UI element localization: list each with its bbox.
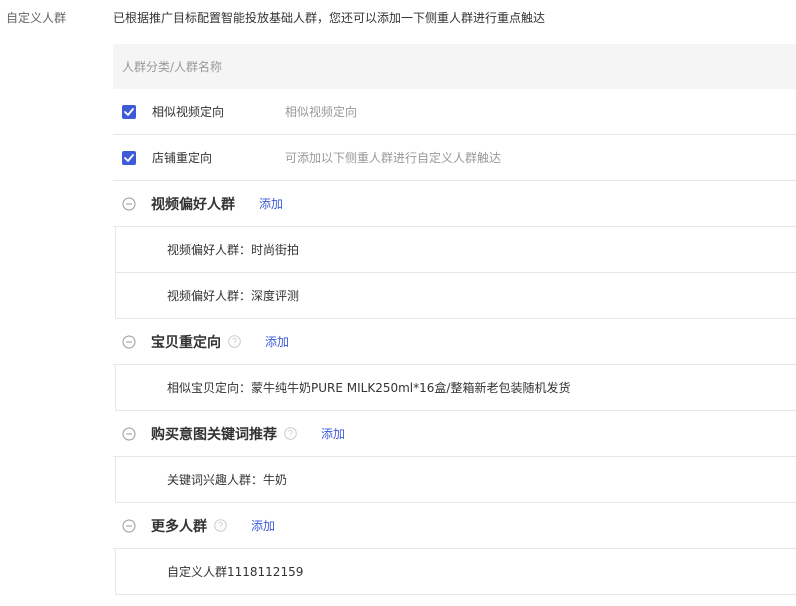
svg-text:?: ? [288,429,293,439]
checked-row[interactable]: 店铺重定向 可添加以下侧重人群进行自定义人群触达 [113,135,796,181]
svg-text:?: ? [218,521,223,531]
checked-row[interactable]: 相似视频定向 相似视频定向 [113,89,796,135]
question-circle-icon[interactable]: ? [228,335,241,348]
group-item: 自定义人群1118112159 [115,549,796,595]
checked-row-label: 店铺重定向 [152,151,213,165]
group-item: 相似宝贝定向：蒙牛纯牛奶PURE MILK250ml*16盒/整箱新老包装随机发… [115,365,796,411]
minus-circle-icon[interactable] [122,335,136,349]
checked-row-label: 相似视频定向 [152,105,225,119]
svg-text:?: ? [232,337,237,347]
checkbox-checked-icon[interactable] [122,104,136,119]
add-link[interactable]: 添加 [259,195,283,212]
group-item: 视频偏好人群：深度评测 [115,273,796,319]
add-link[interactable]: 添加 [251,517,275,534]
group-title: 购买意图关键词推荐 [151,426,277,443]
group-title: 更多人群 [151,518,207,535]
group-header-item-retargeting: 宝贝重定向 ? 添加 [113,319,796,365]
search-row [113,44,796,89]
add-link[interactable]: 添加 [265,333,289,350]
add-link[interactable]: 添加 [321,425,345,442]
group-header-purchase-intent-keywords: 购买意图关键词推荐 ? 添加 [113,411,796,457]
checked-row-description: 相似视频定向 [285,105,358,119]
group-header-more-audiences: 更多人群 ? 添加 [113,503,796,549]
group-item: 视频偏好人群：时尚街拍 [115,227,796,273]
group-title: 视频偏好人群 [151,196,235,213]
minus-circle-icon[interactable] [122,197,136,211]
question-circle-icon[interactable]: ? [284,427,297,440]
group-header-video-preference: 视频偏好人群 添加 [113,181,796,227]
minus-circle-icon[interactable] [122,519,136,533]
minus-circle-icon[interactable] [122,427,136,441]
checked-row-description: 可添加以下侧重人群进行自定义人群触达 [285,151,502,165]
checkbox-checked-icon[interactable] [122,150,136,165]
intro-text: 已根据推广目标配置智能投放基础人群，您还可以添加一下侧重人群进行重点触达 [113,11,546,25]
audience-panel: 相似视频定向 相似视频定向 店铺重定向 可添加以下侧重人群进行自定义人群触达 视… [113,44,796,595]
field-label: 自定义人群 [6,11,67,25]
question-circle-icon[interactable]: ? [214,519,227,532]
group-item: 关键词兴趣人群：牛奶 [115,457,796,503]
group-title: 宝贝重定向 [151,334,221,351]
search-input[interactable] [122,59,522,74]
